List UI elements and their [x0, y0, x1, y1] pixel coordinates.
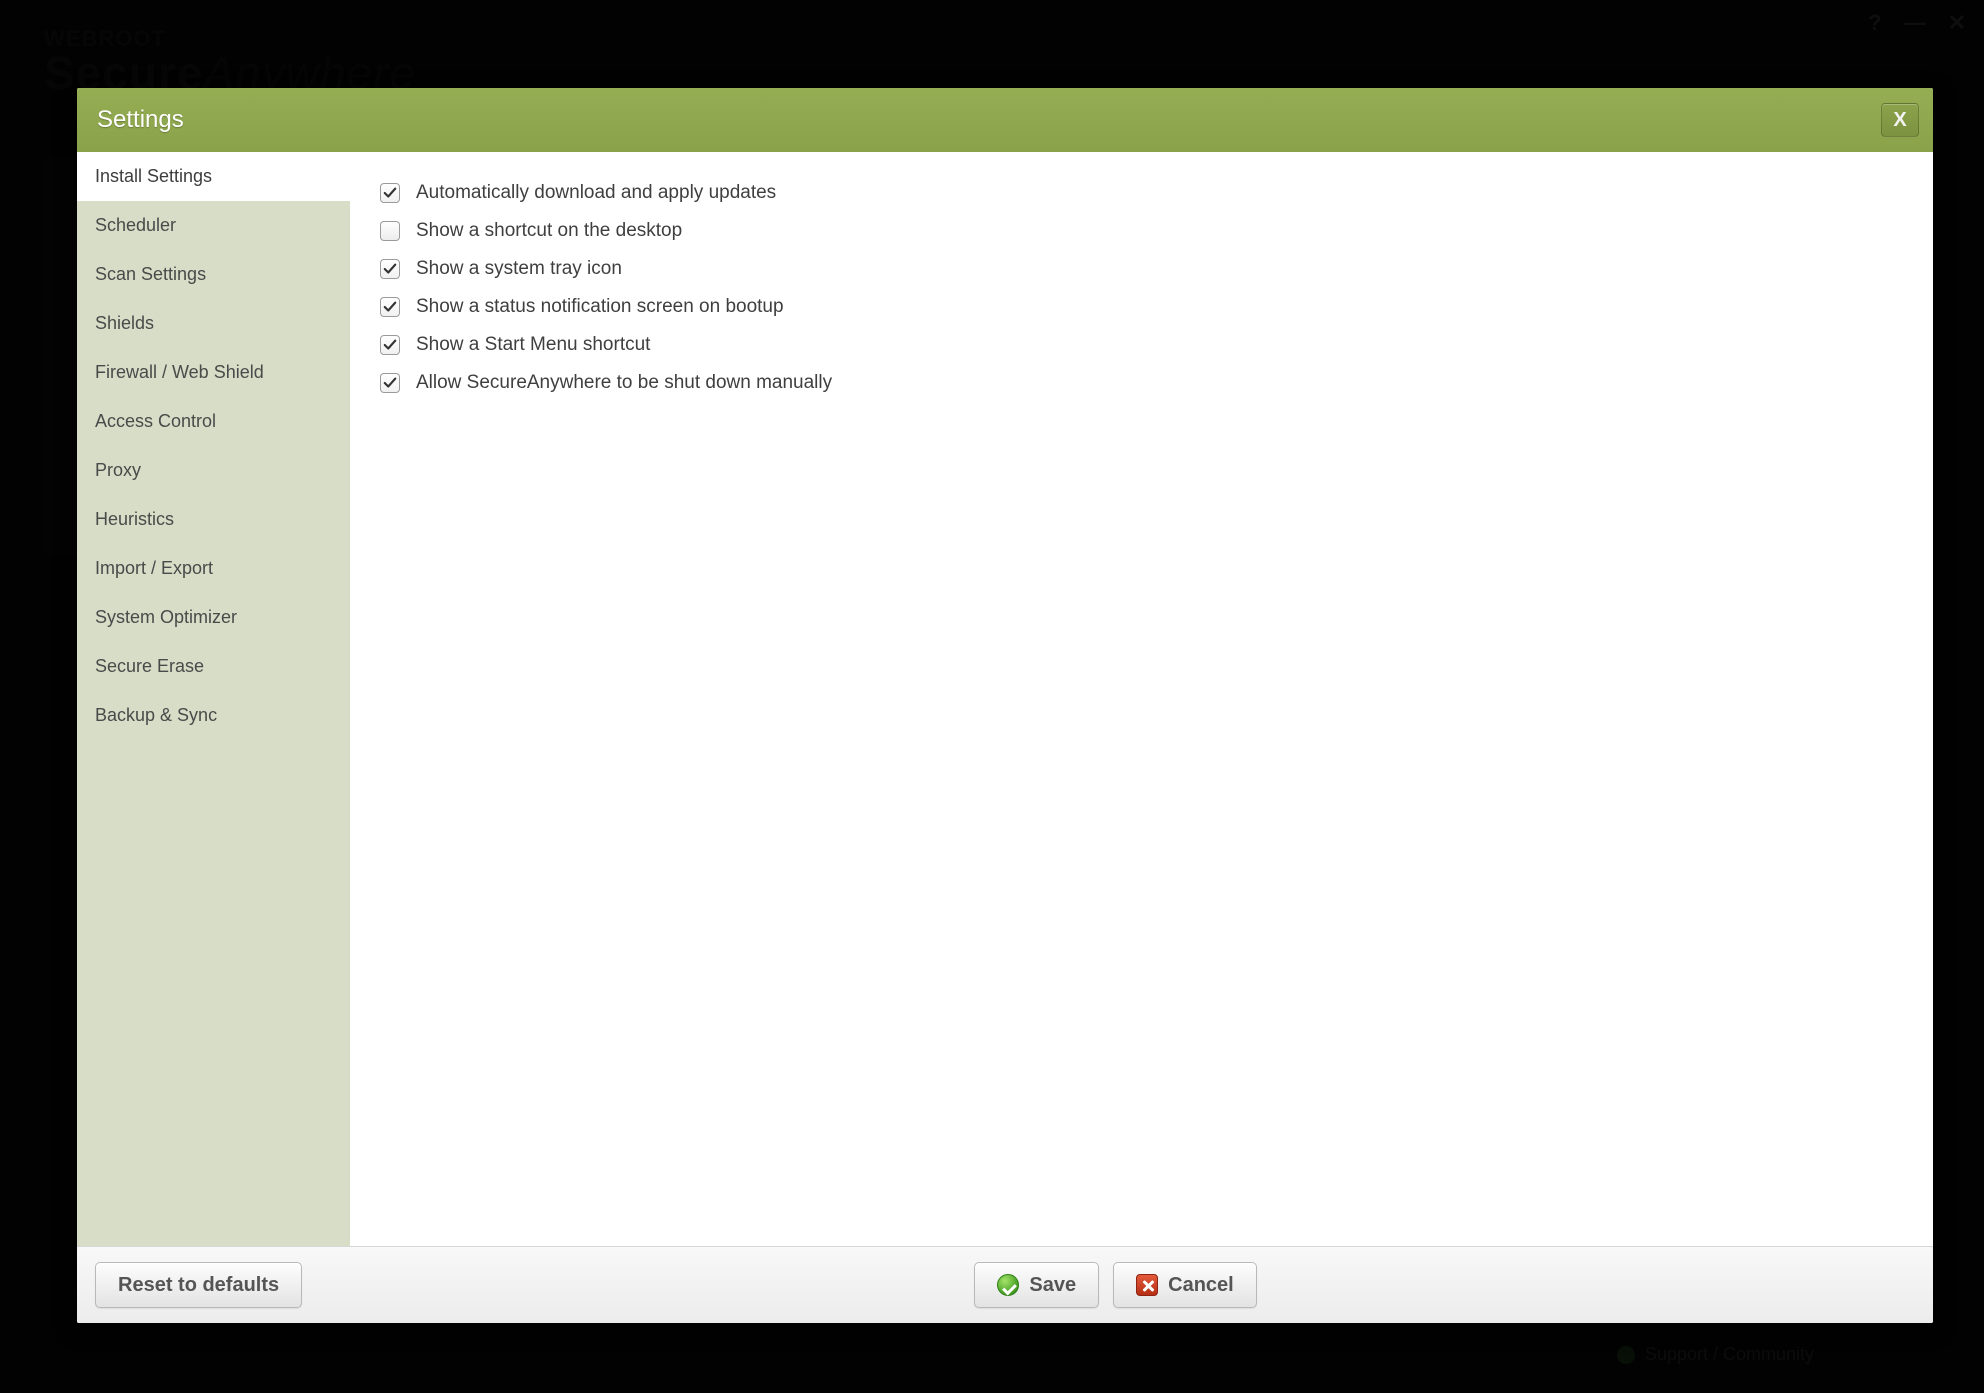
option-row: Automatically download and apply updates — [380, 174, 1903, 212]
option-checkbox[interactable] — [380, 221, 400, 241]
cancel-button[interactable]: Cancel — [1113, 1262, 1257, 1308]
sidebar-item-secure-erase[interactable]: Secure Erase — [77, 642, 350, 691]
sidebar-item-import-export[interactable]: Import / Export — [77, 544, 350, 593]
background-window-controls: ? — ✕ — [1868, 10, 1966, 36]
sidebar-item-label: Scan Settings — [95, 264, 206, 284]
reset-defaults-button[interactable]: Reset to defaults — [95, 1262, 302, 1308]
dialog-footer: Reset to defaults Save Cancel — [77, 1246, 1933, 1323]
save-label: Save — [1029, 1274, 1076, 1297]
reset-defaults-label: Reset to defaults — [118, 1274, 279, 1297]
sidebar-item-proxy[interactable]: Proxy — [77, 446, 350, 495]
option-checkbox[interactable] — [380, 373, 400, 393]
option-checkbox[interactable] — [380, 183, 400, 203]
sidebar-item-label: Import / Export — [95, 558, 213, 578]
option-row: Show a shortcut on the desktop — [380, 212, 1903, 250]
option-label: Automatically download and apply updates — [416, 182, 776, 204]
ok-icon — [997, 1274, 1019, 1296]
settings-sidebar: Install Settings Scheduler Scan Settings Sh… — [77, 152, 350, 1246]
sidebar-item-scheduler[interactable]: Scheduler — [77, 201, 350, 250]
sidebar-item-access-control[interactable]: Access Control — [77, 397, 350, 446]
sidebar-item-system-optimizer[interactable]: System Optimizer — [77, 593, 350, 642]
sidebar-item-label: Scheduler — [95, 215, 176, 235]
option-row: Show a Start Menu shortcut — [380, 326, 1903, 364]
support-link[interactable]: Support / Community — [1617, 1344, 1814, 1365]
sidebar-item-label: Heuristics — [95, 509, 174, 529]
sidebar-item-install-settings[interactable]: Install Settings — [77, 152, 350, 201]
sidebar-spacer — [77, 740, 350, 1246]
option-label: Show a status notification screen on boo… — [416, 296, 784, 318]
option-row: Show a system tray icon — [380, 250, 1903, 288]
dialog-body: Install Settings Scheduler Scan Settings Sh… — [77, 152, 1933, 1246]
support-label: Support / Community — [1645, 1344, 1814, 1365]
option-checkbox[interactable] — [380, 259, 400, 279]
option-label: Show a shortcut on the desktop — [416, 220, 682, 242]
sidebar-item-shields[interactable]: Shields — [77, 299, 350, 348]
sidebar-item-heuristics[interactable]: Heuristics — [77, 495, 350, 544]
dialog-titlebar: Settings X — [77, 88, 1933, 152]
check-icon — [1617, 1346, 1635, 1364]
option-label: Allow SecureAnywhere to be shut down man… — [416, 372, 832, 394]
settings-content: Automatically download and apply updates… — [350, 152, 1933, 1246]
option-row: Allow SecureAnywhere to be shut down man… — [380, 364, 1903, 402]
option-row: Show a status notification screen on boo… — [380, 288, 1903, 326]
sidebar-item-backup-sync[interactable]: Backup & Sync — [77, 691, 350, 740]
dialog-close-button[interactable]: X — [1881, 103, 1919, 137]
option-label: Show a system tray icon — [416, 258, 622, 280]
sidebar-item-firewall-web-shield[interactable]: Firewall / Web Shield — [77, 348, 350, 397]
sidebar-item-label: Proxy — [95, 460, 141, 480]
minimize-icon[interactable]: — — [1904, 10, 1926, 36]
cancel-icon — [1136, 1274, 1158, 1296]
option-checkbox[interactable] — [380, 297, 400, 317]
sidebar-item-label: Access Control — [95, 411, 216, 431]
sidebar-item-label: Install Settings — [95, 166, 212, 186]
sidebar-item-label: Secure Erase — [95, 656, 204, 676]
sidebar-item-label: System Optimizer — [95, 607, 237, 627]
save-button[interactable]: Save — [974, 1262, 1099, 1308]
sidebar-item-label: Firewall / Web Shield — [95, 362, 264, 382]
cancel-label: Cancel — [1168, 1274, 1234, 1297]
close-icon[interactable]: ✕ — [1948, 10, 1966, 36]
sidebar-item-scan-settings[interactable]: Scan Settings — [77, 250, 350, 299]
help-icon[interactable]: ? — [1868, 10, 1881, 36]
settings-dialog: Settings X Install Settings Scheduler Scan… — [77, 88, 1933, 1323]
sidebar-item-label: Shields — [95, 313, 154, 333]
dialog-title: Settings — [97, 106, 184, 134]
sidebar-item-label: Backup & Sync — [95, 705, 217, 725]
option-label: Show a Start Menu shortcut — [416, 334, 650, 356]
option-checkbox[interactable] — [380, 335, 400, 355]
